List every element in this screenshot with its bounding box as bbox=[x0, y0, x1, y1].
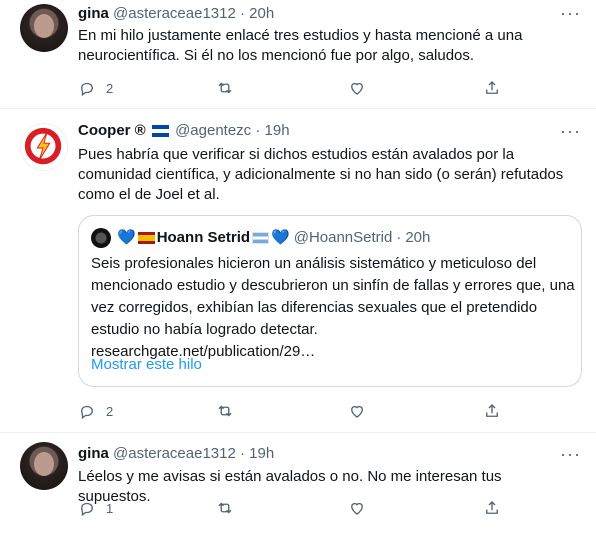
reply-count: 1 bbox=[106, 500, 114, 516]
retweet-icon bbox=[218, 502, 232, 514]
separator-dot: · bbox=[240, 445, 245, 462]
reply-count: 2 bbox=[106, 80, 114, 96]
avatar[interactable] bbox=[20, 442, 68, 490]
share-icon bbox=[486, 81, 498, 94]
reply-count: 2 bbox=[106, 403, 114, 419]
timestamp[interactable]: 19h bbox=[249, 445, 274, 462]
separator-dot: · bbox=[396, 229, 402, 246]
tweet-header: Cooper ® @agentezc · 19h bbox=[78, 121, 290, 141]
blue-heart-icon: 💙 bbox=[117, 229, 136, 246]
tweet-header: gina @asteraceae1312 · 20h bbox=[78, 4, 274, 24]
tweet-text: Pues habría que verificar si dichos estu… bbox=[78, 146, 564, 203]
el-salvador-flag-icon bbox=[151, 125, 169, 138]
spain-flag-icon bbox=[137, 232, 155, 244]
reply-icon bbox=[81, 502, 93, 517]
more-icon[interactable]: ··· bbox=[560, 4, 580, 26]
quoted-tweet-text: Seis profesionales hicieron un análisis … bbox=[91, 253, 576, 363]
argentina-flag-icon bbox=[252, 232, 270, 244]
tweet-actions: 2 bbox=[78, 78, 578, 98]
more-icon[interactable]: ··· bbox=[560, 445, 580, 467]
quoted-tweet[interactable]: 💙 Hoann Setrid 💙 @HoannSetrid · 20h Seis… bbox=[78, 215, 582, 387]
share-icon bbox=[486, 501, 498, 514]
tweet[interactable]: gina @asteraceae1312 · 20h ··· En mi hil… bbox=[0, 0, 596, 108]
user-handle[interactable]: @asteraceae1312 bbox=[113, 445, 236, 462]
reply-icon bbox=[81, 82, 93, 97]
more-icon[interactable]: ··· bbox=[560, 122, 580, 144]
reply-button[interactable]: 2 bbox=[78, 401, 113, 421]
share-button[interactable] bbox=[483, 401, 501, 421]
quoted-tweet-header: 💙 Hoann Setrid 💙 @HoannSetrid · 20h bbox=[91, 228, 430, 248]
share-icon bbox=[486, 404, 498, 417]
avatar[interactable] bbox=[20, 123, 68, 171]
heart-icon bbox=[351, 502, 363, 515]
quoted-text-body: Seis profesionales hicieron un análisis … bbox=[91, 255, 575, 338]
user-handle[interactable]: @agentezc bbox=[175, 122, 251, 139]
timestamp[interactable]: 20h bbox=[249, 5, 274, 22]
retweet-button[interactable] bbox=[216, 401, 234, 421]
display-name[interactable]: gina bbox=[78, 5, 109, 22]
user-handle[interactable]: @asteraceae1312 bbox=[113, 5, 236, 22]
retweet-button[interactable] bbox=[216, 78, 234, 98]
retweet-icon bbox=[218, 82, 232, 94]
tweet-actions: 2 bbox=[78, 401, 578, 421]
show-thread-link[interactable]: Mostrar este hilo bbox=[91, 356, 202, 373]
avatar[interactable] bbox=[20, 4, 68, 52]
heart-icon bbox=[351, 405, 363, 418]
avatar[interactable] bbox=[91, 228, 111, 248]
tweet-actions: 1 bbox=[78, 498, 578, 518]
tweet-header: gina @asteraceae1312 · 19h bbox=[78, 444, 274, 464]
timestamp[interactable]: 19h bbox=[265, 122, 290, 139]
retweet-button[interactable] bbox=[216, 498, 234, 518]
share-button[interactable] bbox=[483, 498, 501, 518]
like-button[interactable] bbox=[348, 78, 366, 98]
reply-button[interactable]: 1 bbox=[78, 498, 113, 518]
display-name[interactable]: Hoann Setrid bbox=[157, 228, 250, 248]
separator-dot: · bbox=[255, 122, 261, 139]
like-button[interactable] bbox=[348, 498, 366, 518]
retweet-icon bbox=[218, 405, 232, 417]
tweet-text: En mi hilo justamente enlacé tres estudi… bbox=[78, 27, 523, 64]
timestamp[interactable]: 20h bbox=[405, 228, 430, 248]
separator-dot: · bbox=[240, 5, 245, 22]
share-button[interactable] bbox=[483, 78, 501, 98]
blue-heart-icon: 💙 bbox=[271, 229, 290, 246]
flash-logo-icon bbox=[24, 127, 62, 165]
like-button[interactable] bbox=[348, 401, 366, 421]
heart-icon bbox=[351, 82, 363, 95]
user-handle[interactable]: @HoannSetrid bbox=[294, 228, 393, 248]
reply-icon bbox=[81, 405, 93, 420]
display-name[interactable]: Cooper ® bbox=[78, 122, 146, 139]
reply-button[interactable]: 2 bbox=[78, 78, 113, 98]
display-name[interactable]: gina bbox=[78, 445, 109, 462]
